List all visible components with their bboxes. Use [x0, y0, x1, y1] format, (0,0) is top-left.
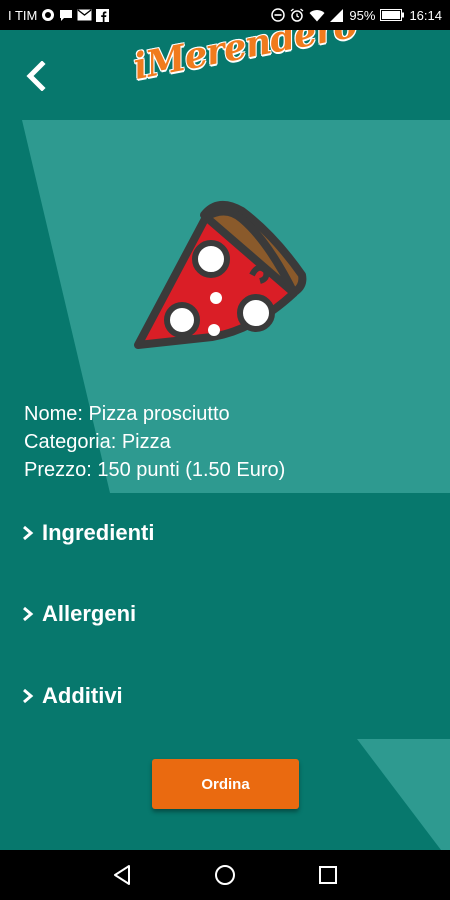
status-right: 95% 16:14	[271, 8, 442, 23]
status-bar: I TIM 95% 16:14	[0, 0, 450, 30]
back-button[interactable]	[20, 58, 52, 94]
home-circle-icon	[214, 865, 235, 885]
alarm-icon	[290, 8, 304, 22]
section-additivi[interactable]: Additivi	[22, 683, 123, 709]
mail-icon	[77, 9, 92, 21]
section-label: Allergeni	[42, 601, 137, 626]
nav-home-button[interactable]	[205, 855, 245, 895]
product-detail-screen: iMerendero Nome: Pizza prosciutto Catego…	[0, 30, 450, 850]
carrier-label: I TIM	[8, 7, 38, 23]
do-not-disturb-icon	[271, 8, 286, 22]
signal-icon	[330, 8, 344, 22]
product-category: Categoria: Pizza	[24, 431, 171, 453]
battery-icon	[380, 9, 405, 21]
status-left: I TIM	[8, 7, 110, 23]
chevron-right-icon	[22, 525, 34, 541]
section-label: Ingredienti	[42, 520, 155, 545]
nav-back-button[interactable]	[102, 855, 142, 895]
clock: 16:14	[409, 7, 442, 23]
section-ingredienti[interactable]: Ingredienti	[22, 520, 154, 546]
product-name: Nome: Pizza prosciutto	[24, 403, 230, 425]
chevron-right-icon	[22, 688, 34, 704]
section-label: Additivi	[42, 683, 123, 708]
whatsapp-icon	[41, 8, 55, 22]
wifi-icon	[309, 9, 325, 22]
recents-square-icon	[319, 866, 338, 884]
battery-percent: 95%	[349, 7, 376, 23]
order-button[interactable]: Ordina	[152, 759, 299, 809]
system-nav-bar	[0, 850, 450, 900]
back-triangle-icon	[113, 865, 130, 885]
product-price: Prezzo: 150 punti (1.50 Euro)	[24, 459, 286, 481]
chevron-right-icon	[22, 606, 34, 622]
chevron-left-icon	[26, 61, 46, 91]
pizza-slice-icon	[134, 201, 307, 349]
product-info: Nome: Pizza prosciutto Categoria: Pizza …	[24, 400, 285, 484]
app-logo: iMerendero	[130, 30, 359, 120]
facebook-icon	[96, 8, 110, 22]
chat-bubble-icon	[59, 8, 73, 22]
section-allergeni[interactable]: Allergeni	[22, 601, 136, 627]
nav-recents-button[interactable]	[308, 855, 348, 895]
